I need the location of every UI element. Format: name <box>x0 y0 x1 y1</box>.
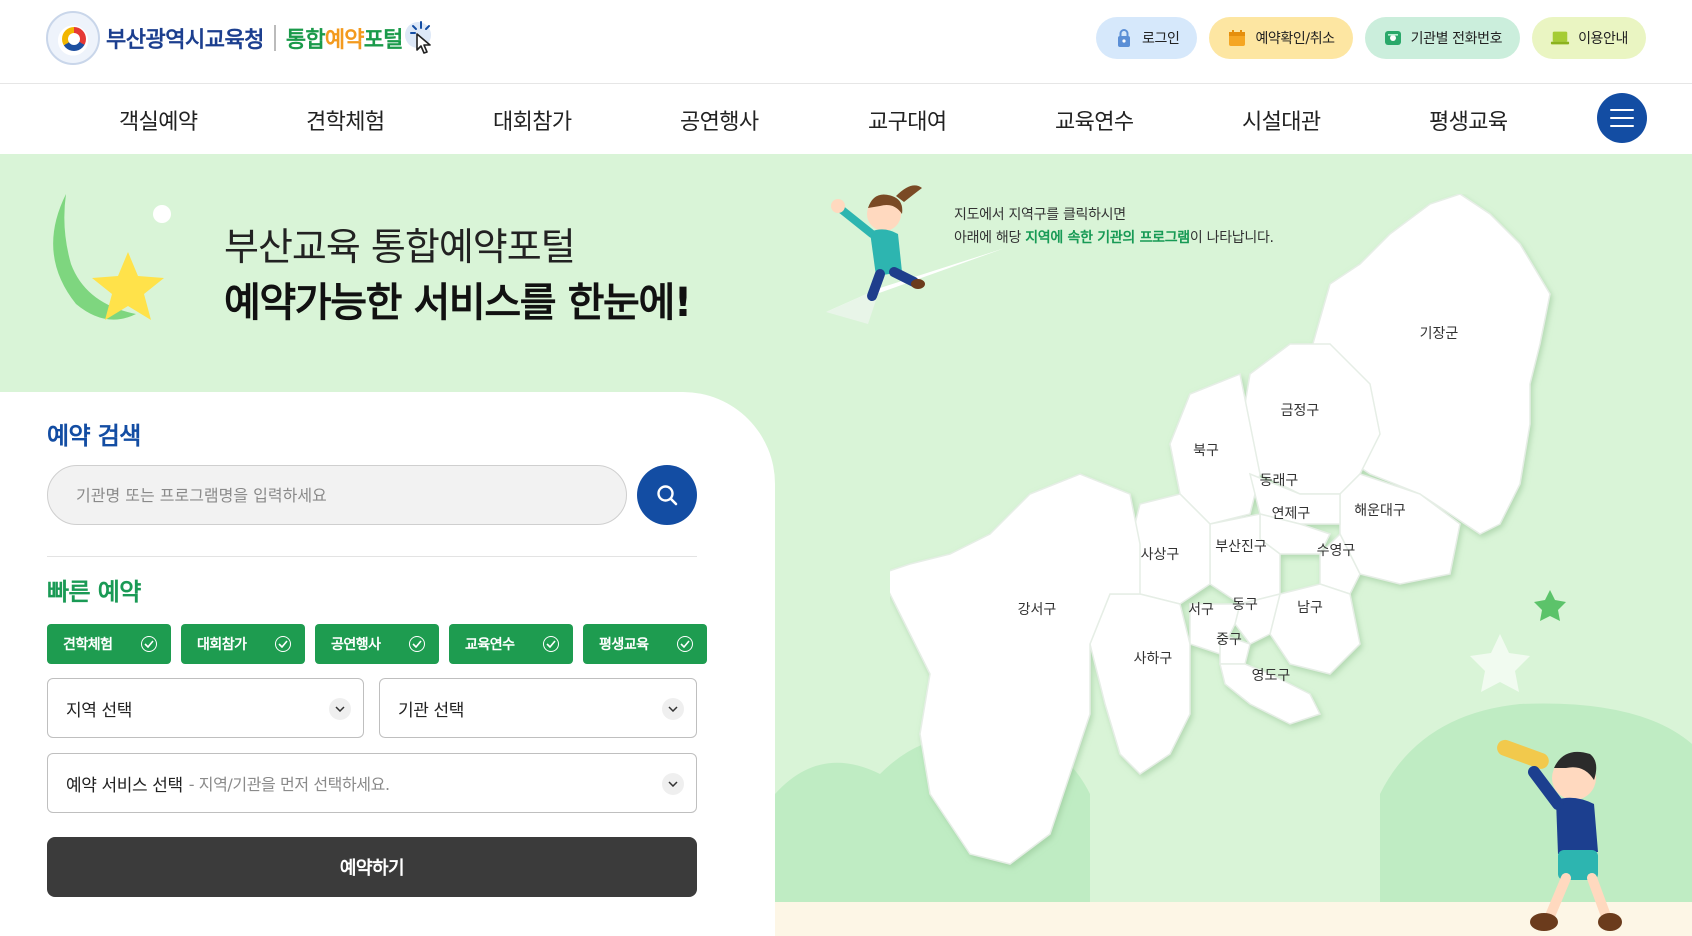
portal-highlight: 예약 <box>324 28 365 53</box>
click-cursor-icon <box>404 18 435 58</box>
district-nam[interactable] <box>1269 583 1361 675</box>
login-label: 로그인 <box>1142 31 1180 47</box>
district-label-suyeong[interactable]: 수영구 <box>1317 543 1356 559</box>
header: 부산광역시교육청 통합예약포털 로그인 예약확인/취소 기관별 전화번호 이용안… <box>0 0 1692 84</box>
hero-title: 부산교육 통합예약포털 <box>224 225 576 269</box>
district-label-seo[interactable]: 서구 <box>1188 602 1214 618</box>
chip-label: 교육연수 <box>465 637 515 653</box>
search-icon <box>657 485 678 506</box>
chip-label: 대회참가 <box>197 637 247 653</box>
district-saha[interactable] <box>1089 593 1191 775</box>
chip-label: 공연행사 <box>331 637 381 653</box>
region-select-label: 지역 선택 <box>66 700 132 721</box>
district-label-sasang[interactable]: 사상구 <box>1141 547 1180 563</box>
logo-divider <box>273 25 276 51</box>
nav-item-training[interactable]: 교육연수 <box>1055 104 1134 136</box>
search-title: 예약 검색 <box>47 422 141 450</box>
calendar-icon <box>1227 28 1247 48</box>
org-select[interactable]: 기관 선택 <box>379 678 697 738</box>
quick-category-chips: 견학체험 대회참가 공연행사 교육연수 평생교육 <box>47 624 707 664</box>
nav-item-facility[interactable]: 시설대관 <box>1242 104 1321 136</box>
portal-prefix: 통합 <box>285 28 326 53</box>
chevron-down-icon <box>662 773 684 795</box>
district-label-yeongdo[interactable]: 영도구 <box>1252 668 1291 684</box>
service-select-hint: - 지역/기관을 먼저 선택하세요. <box>188 775 390 794</box>
check-circle-icon <box>275 636 291 652</box>
district-label-haeundae[interactable]: 해운대구 <box>1354 503 1406 519</box>
check-circle-icon <box>409 636 425 652</box>
nav-item-room[interactable]: 객실예약 <box>119 104 198 136</box>
portal-name: 통합예약포털 <box>286 22 403 54</box>
search-button[interactable] <box>637 465 697 525</box>
chevron-down-icon <box>662 698 684 720</box>
district-label-busanjin[interactable]: 부산진구 <box>1215 539 1267 555</box>
usage-guide-label: 이용안내 <box>1578 31 1628 47</box>
chevron-down-icon <box>329 698 351 720</box>
chip-performance[interactable]: 공연행사 <box>315 624 439 664</box>
org-select-label: 기관 선택 <box>398 700 464 721</box>
usage-guide-button[interactable]: 이용안내 <box>1532 17 1646 59</box>
chip-label: 견학체험 <box>63 637 113 653</box>
chip-lifelong[interactable]: 평생교육 <box>583 624 707 664</box>
district-label-nam[interactable]: 남구 <box>1297 600 1323 616</box>
district-label-gijang[interactable]: 기장군 <box>1420 326 1459 342</box>
section-divider <box>47 556 697 557</box>
chip-label: 평생교육 <box>599 637 649 653</box>
district-label-buk[interactable]: 북구 <box>1193 443 1219 459</box>
main-nav: 객실예약 견학체험 대회참가 공연행사 교구대여 교육연수 시설대관 평생교육 <box>0 84 1692 154</box>
chip-tour[interactable]: 견학체험 <box>47 624 171 664</box>
portal-suffix: 포털 <box>363 28 404 53</box>
check-circle-icon <box>141 636 157 652</box>
district-label-jung[interactable]: 중구 <box>1216 632 1242 648</box>
district-label-gangseo[interactable]: 강서구 <box>1018 602 1057 618</box>
page: 부산광역시교육청 통합예약포털 로그인 예약확인/취소 기관별 전화번호 이용안… <box>0 0 1692 936</box>
check-circle-icon <box>543 636 559 652</box>
hero-subtitle: 예약가능한 서비스를 한눈에! <box>224 280 692 326</box>
region-select[interactable]: 지역 선택 <box>47 678 364 738</box>
reservation-check-button[interactable]: 예약확인/취소 <box>1209 17 1353 59</box>
lock-icon <box>1114 28 1134 48</box>
search-panel: 예약 검색 빠른 예약 견학체험 대회참가 공연행사 교육연수 평생교육 지역 … <box>0 392 775 936</box>
org-name: 부산광역시교육청 <box>106 28 264 53</box>
reservation-check-label: 예약확인/취소 <box>1255 31 1335 47</box>
service-select[interactable]: 예약 서비스 선택 - 지역/기관을 먼저 선택하세요. <box>47 753 697 813</box>
login-button[interactable]: 로그인 <box>1096 17 1198 59</box>
check-circle-icon <box>677 636 693 652</box>
district-label-saha[interactable]: 사하구 <box>1134 651 1173 667</box>
search-input[interactable] <box>47 465 627 525</box>
laptop-icon <box>1550 28 1570 48</box>
org-phone-button[interactable]: 기관별 전화번호 <box>1364 17 1521 59</box>
nav-item-equipment[interactable]: 교구대여 <box>868 104 947 136</box>
hero-section: 부산교육 통합예약포털 예약가능한 서비스를 한눈에! 지도에서 지역구를 클릭… <box>0 154 1692 936</box>
service-select-label: 예약 서비스 선택 <box>66 775 183 796</box>
org-phone-label: 기관별 전화번호 <box>1410 31 1503 47</box>
quick-reserve-title: 빠른 예약 <box>47 578 141 606</box>
chip-training[interactable]: 교육연수 <box>449 624 573 664</box>
hamburger-menu-icon[interactable] <box>1597 93 1647 143</box>
boy-telescope-illustration <box>1497 739 1622 931</box>
reserve-submit-button[interactable]: 예약하기 <box>47 837 697 897</box>
district-label-dong[interactable]: 동구 <box>1232 597 1258 613</box>
nav-item-tour[interactable]: 견학체험 <box>306 104 385 136</box>
nav-item-lifelong[interactable]: 평생교육 <box>1429 104 1508 136</box>
utility-links: 로그인 예약확인/취소 기관별 전화번호 이용안내 <box>1096 17 1646 59</box>
district-label-geumjeong[interactable]: 금정구 <box>1281 403 1320 419</box>
nav-item-contest[interactable]: 대회참가 <box>493 104 572 136</box>
moon-star-icon <box>53 194 164 320</box>
phone-icon <box>1383 28 1403 48</box>
chip-contest[interactable]: 대회참가 <box>181 624 305 664</box>
site-logo[interactable]: 부산광역시교육청 통합예약포털 <box>46 10 435 66</box>
nav-item-performance[interactable]: 공연행사 <box>680 104 759 136</box>
busan-education-emblem-icon <box>46 11 100 65</box>
district-label-dongnae[interactable]: 동래구 <box>1260 473 1299 489</box>
district-label-yeonje[interactable]: 연제구 <box>1272 506 1311 522</box>
